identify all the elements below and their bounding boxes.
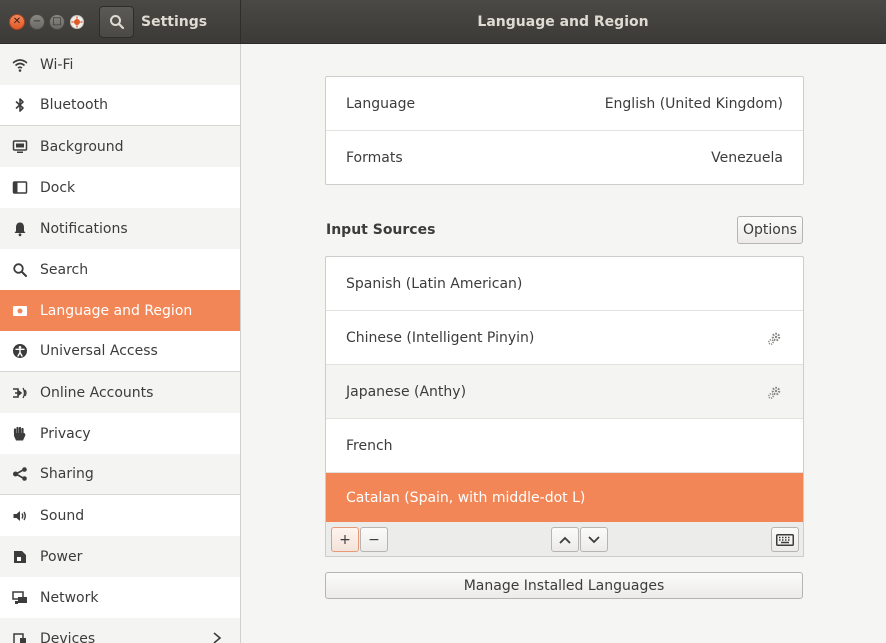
language-row[interactable]: Language English (United Kingdom)	[326, 77, 803, 131]
input-source-label: Catalan (Spain, with middle-dot L)	[346, 490, 586, 506]
remove-input-source-button[interactable]: −	[360, 527, 388, 552]
sidebar-item-label: Notifications	[40, 220, 128, 237]
settings-app-icon	[70, 15, 84, 29]
chevron-right-icon	[213, 632, 222, 643]
gear-icon[interactable]	[767, 384, 783, 400]
sidebar-item-label: Network	[40, 589, 99, 606]
language-value: English (United Kingdom)	[604, 95, 783, 112]
power-icon	[12, 549, 28, 565]
sidebar-item-dock[interactable]: Dock	[0, 167, 240, 208]
devices-icon	[12, 631, 28, 643]
move-down-button[interactable]	[580, 527, 608, 552]
formats-row[interactable]: Formats Venezuela	[326, 131, 803, 185]
sidebar-item-label: Bluetooth	[40, 97, 108, 113]
sidebar-item-label: Universal Access	[40, 343, 158, 359]
minimize-window-button[interactable]: −	[29, 14, 45, 30]
flag-icon	[12, 303, 28, 319]
accessibility-icon	[12, 343, 28, 359]
language-formats-list: Language English (United Kingdom) Format…	[325, 76, 804, 185]
sidebar-item-language-and-region[interactable]: Language and Region	[0, 290, 240, 331]
sidebar-item-wifi[interactable]: Wi-Fi	[0, 44, 240, 85]
input-source-row[interactable]: French	[326, 419, 803, 473]
bell-icon	[12, 221, 28, 237]
sidebar-item-label: Wi-Fi	[40, 56, 74, 73]
sidebar-item-devices[interactable]: Devices	[0, 618, 240, 643]
keyboard-layout-button[interactable]	[771, 527, 799, 552]
background-icon	[12, 139, 28, 155]
maximize-window-button[interactable]: □	[49, 14, 65, 30]
sidebar-item-label: Power	[40, 548, 83, 565]
options-button[interactable]: Options	[737, 216, 803, 244]
sidebar-item-label: Language and Region	[40, 302, 193, 319]
search-icon	[109, 15, 124, 30]
language-label: Language	[346, 95, 416, 112]
sidebar-item-online-accounts[interactable]: Online Accounts	[0, 372, 240, 413]
sidebar-item-background[interactable]: Background	[0, 126, 240, 167]
formats-label: Formats	[346, 150, 403, 166]
sidebar-item-label: Devices	[40, 630, 96, 643]
input-source-label: Spanish (Latin American)	[346, 275, 523, 292]
sidebar-item-network[interactable]: Network	[0, 577, 240, 618]
dock-icon	[12, 180, 28, 196]
chevron-up-icon	[559, 536, 571, 544]
speaker-icon	[12, 508, 28, 524]
app-title: Settings	[141, 14, 208, 30]
input-source-label: Chinese (Intelligent Pinyin)	[346, 329, 535, 346]
bluetooth-icon	[12, 97, 28, 113]
gear-icon[interactable]	[767, 330, 783, 346]
chevron-down-icon	[588, 535, 600, 543]
add-input-source-button[interactable]: +	[331, 527, 359, 552]
close-window-button[interactable]: ✕	[9, 14, 25, 30]
search-icon	[12, 262, 28, 278]
window-title: Language and Region	[477, 14, 649, 30]
sidebar-item-sound[interactable]: Sound	[0, 495, 240, 536]
online-accounts-icon	[12, 385, 28, 401]
sidebar-item-label: Sharing	[40, 466, 94, 482]
formats-value: Venezuela	[711, 150, 783, 166]
sidebar-item-label: Dock	[40, 179, 76, 196]
sidebar-item-privacy[interactable]: Privacy	[0, 413, 240, 454]
sidebar-item-bluetooth[interactable]: Bluetooth	[0, 85, 240, 126]
sidebar-item-notifications[interactable]: Notifications	[0, 208, 240, 249]
input-sources-list: Spanish (Latin American) Chinese (Intell…	[325, 256, 804, 523]
keyboard-icon	[776, 533, 794, 546]
sidebar-item-universal-access[interactable]: Universal Access	[0, 331, 240, 372]
language-region-panel: Language English (United Kingdom) Format…	[241, 44, 886, 643]
wifi-icon	[12, 57, 28, 73]
input-source-label: Japanese (Anthy)	[346, 383, 467, 400]
sidebar-item-power[interactable]: Power	[0, 536, 240, 577]
title-bar: ✕ − □ Settings Language and Region	[0, 0, 886, 44]
sidebar-item-label: Online Accounts	[40, 384, 154, 401]
input-sources-title: Input Sources	[326, 222, 436, 238]
input-sources-toolbar: + −	[325, 522, 804, 557]
input-source-row[interactable]: Japanese (Anthy)	[326, 365, 803, 419]
move-up-button[interactable]	[551, 527, 579, 552]
search-button[interactable]	[99, 6, 134, 38]
input-source-row-selected[interactable]: Catalan (Spain, with middle-dot L)	[326, 473, 803, 523]
input-source-row[interactable]: Spanish (Latin American)	[326, 257, 803, 311]
sidebar: Wi-Fi Bluetooth Background Dock Notifica…	[0, 44, 241, 643]
input-source-row[interactable]: Chinese (Intelligent Pinyin)	[326, 311, 803, 365]
share-icon	[12, 466, 28, 482]
sidebar-item-search[interactable]: Search	[0, 249, 240, 290]
sidebar-item-label: Search	[40, 261, 89, 278]
sidebar-item-label: Privacy	[40, 425, 91, 442]
sidebar-item-label: Sound	[40, 507, 85, 524]
hand-icon	[12, 426, 28, 442]
sidebar-item-sharing[interactable]: Sharing	[0, 454, 240, 495]
network-icon	[12, 590, 28, 606]
sidebar-item-label: Background	[40, 138, 124, 155]
manage-installed-languages-button[interactable]: Manage Installed Languages	[325, 572, 803, 599]
input-source-label: French	[346, 437, 393, 454]
